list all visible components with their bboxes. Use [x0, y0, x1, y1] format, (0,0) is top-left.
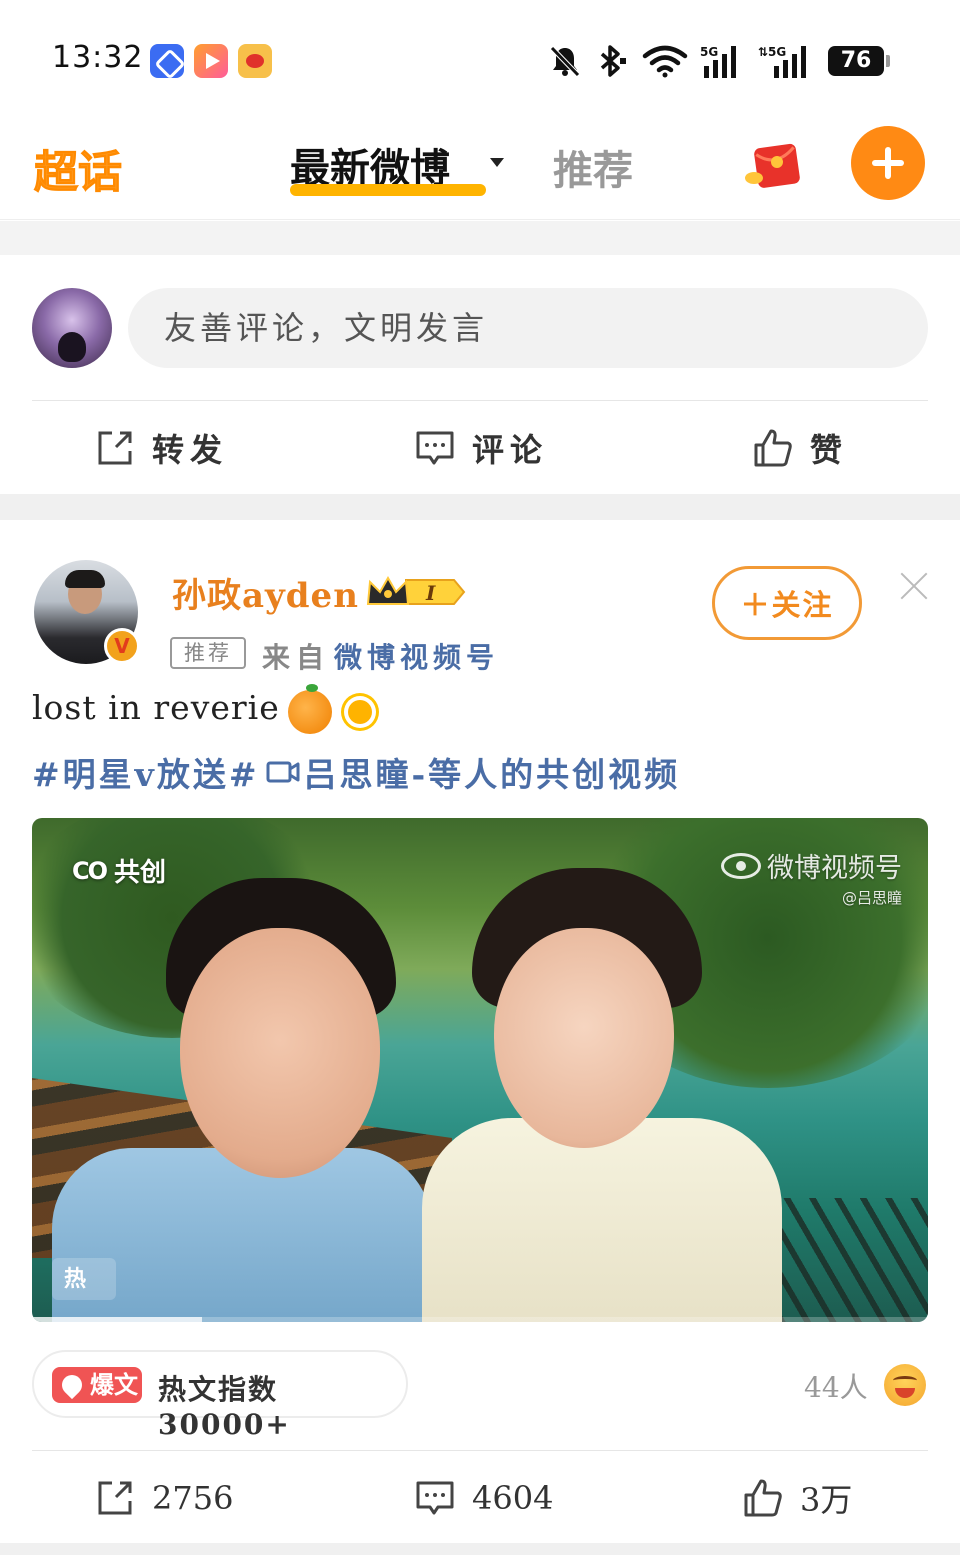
watermark-sub: @吕思瞳 [841, 889, 902, 907]
red-packet-icon[interactable] [744, 138, 808, 194]
divider [32, 1450, 928, 1451]
video-app-icon [194, 44, 228, 78]
svg-text:⇅: ⇅ [758, 45, 768, 59]
divider [32, 400, 928, 401]
bluetooth-icon [600, 45, 626, 77]
hot-tag: 热 [52, 1258, 116, 1300]
sun-emoji [338, 690, 382, 734]
repost-button[interactable]: 转发 [94, 408, 228, 488]
logo-text: 超话 [34, 147, 123, 199]
hot-article-badge: 爆文 [52, 1367, 142, 1403]
video-camera-icon [266, 761, 300, 783]
author-name[interactable]: 孙政ayden [172, 568, 359, 617]
post-comment-button[interactable]: 4604 [414, 1458, 553, 1538]
active-tab-underline [290, 184, 486, 196]
video-frame-person [422, 868, 782, 1322]
follow-button[interactable]: ＋关注 [712, 566, 862, 640]
svg-text:5G: 5G [700, 45, 718, 59]
close-icon[interactable] [898, 570, 930, 602]
like-label: 赞 [810, 431, 849, 469]
like-count: 3万 [800, 1481, 853, 1519]
follow-label: 关注 [771, 588, 834, 622]
reaction-count[interactable]: 44人 [804, 1366, 868, 1406]
my-avatar[interactable] [32, 288, 112, 368]
status-bar: 13:32 5G ⇅ 5G 76 [0, 0, 960, 110]
svg-text:5G: 5G [768, 45, 786, 59]
section-gap [0, 1543, 960, 1555]
repost-label: 转发 [152, 431, 229, 469]
orange-emoji [288, 684, 332, 734]
post-actions: 2756 4604 3万 [0, 1458, 960, 1538]
comment-button[interactable]: 评论 [414, 408, 548, 488]
chevron-down-icon[interactable] [490, 158, 504, 167]
section-gap [0, 494, 960, 520]
hot-index-text: 热文指数30000+ [158, 1373, 291, 1441]
video-progress-bar[interactable] [32, 1317, 928, 1322]
source-link[interactable]: 微博视频号 [334, 636, 499, 676]
video-link[interactable]: 吕思瞳-等人的共创视频 [303, 748, 680, 796]
battery-indicator: 76 [828, 46, 890, 76]
recommend-tag: 推荐 [170, 637, 246, 669]
from-label: 来自 [262, 641, 331, 674]
post-like-button[interactable]: 3万 [742, 1458, 852, 1538]
section-gap [0, 221, 960, 255]
comment-count: 4604 [472, 1479, 554, 1517]
weibo-eye-icon [721, 852, 761, 879]
video-watermark: 微博视频号 @吕思瞳 [721, 846, 902, 908]
comment-input[interactable] [128, 288, 928, 368]
comment-label: 评论 [472, 431, 549, 469]
post-repost-button[interactable]: 2756 [94, 1458, 233, 1538]
comment-icon [416, 1481, 454, 1515]
create-post-button[interactable] [851, 126, 925, 200]
tab-recommend[interactable]: 推荐 [553, 138, 633, 196]
like-icon [744, 1479, 782, 1517]
co-create-badge: CO 共创 [72, 852, 166, 889]
chaohua-logo[interactable]: 超话 [30, 134, 126, 199]
like-button[interactable]: 赞 [752, 408, 848, 488]
status-time: 13:32 [52, 40, 144, 75]
verified-badge-icon: V [104, 628, 140, 664]
comment-box-actions: 转发 评论 赞 [0, 408, 960, 488]
post-topic-line: #明星v放送# 吕思瞳-等人的共创视频 [32, 748, 680, 796]
laugh-emoji[interactable] [884, 1364, 926, 1406]
video-progress-fill [32, 1317, 203, 1322]
comment-icon [416, 431, 454, 465]
co-create-label: 共创 [114, 858, 167, 888]
crown-level-badge-icon: I [366, 575, 466, 605]
share-icon [98, 431, 132, 465]
signal-5g-icon: 5G [700, 45, 736, 78]
bell-muted-icon [550, 46, 580, 77]
like-icon [754, 429, 792, 467]
hot-index-pill[interactable]: 爆文 热文指数30000+ [32, 1350, 408, 1441]
wifi-icon [642, 45, 688, 78]
svg-text:I: I [425, 581, 436, 605]
video-player[interactable]: CO 共创 微博视频号 @吕思瞳 热 [32, 818, 928, 1322]
top-nav: 超话 最新微博 推荐 [0, 110, 960, 220]
signal-5g-icon: ⇅ 5G [758, 45, 806, 78]
weibo-app-icon [238, 44, 272, 78]
plus-icon: ＋ [740, 588, 772, 622]
topic-link[interactable]: #明星v放送# [32, 748, 259, 796]
app-blue-icon [150, 44, 184, 78]
co-icon: CO [72, 856, 108, 885]
share-icon [98, 1481, 132, 1515]
watermark-text: 微博视频号 [767, 853, 902, 884]
post-text: lost in reverie [32, 688, 280, 727]
video-frame-person [52, 878, 432, 1322]
repost-count: 2756 [152, 1479, 234, 1517]
